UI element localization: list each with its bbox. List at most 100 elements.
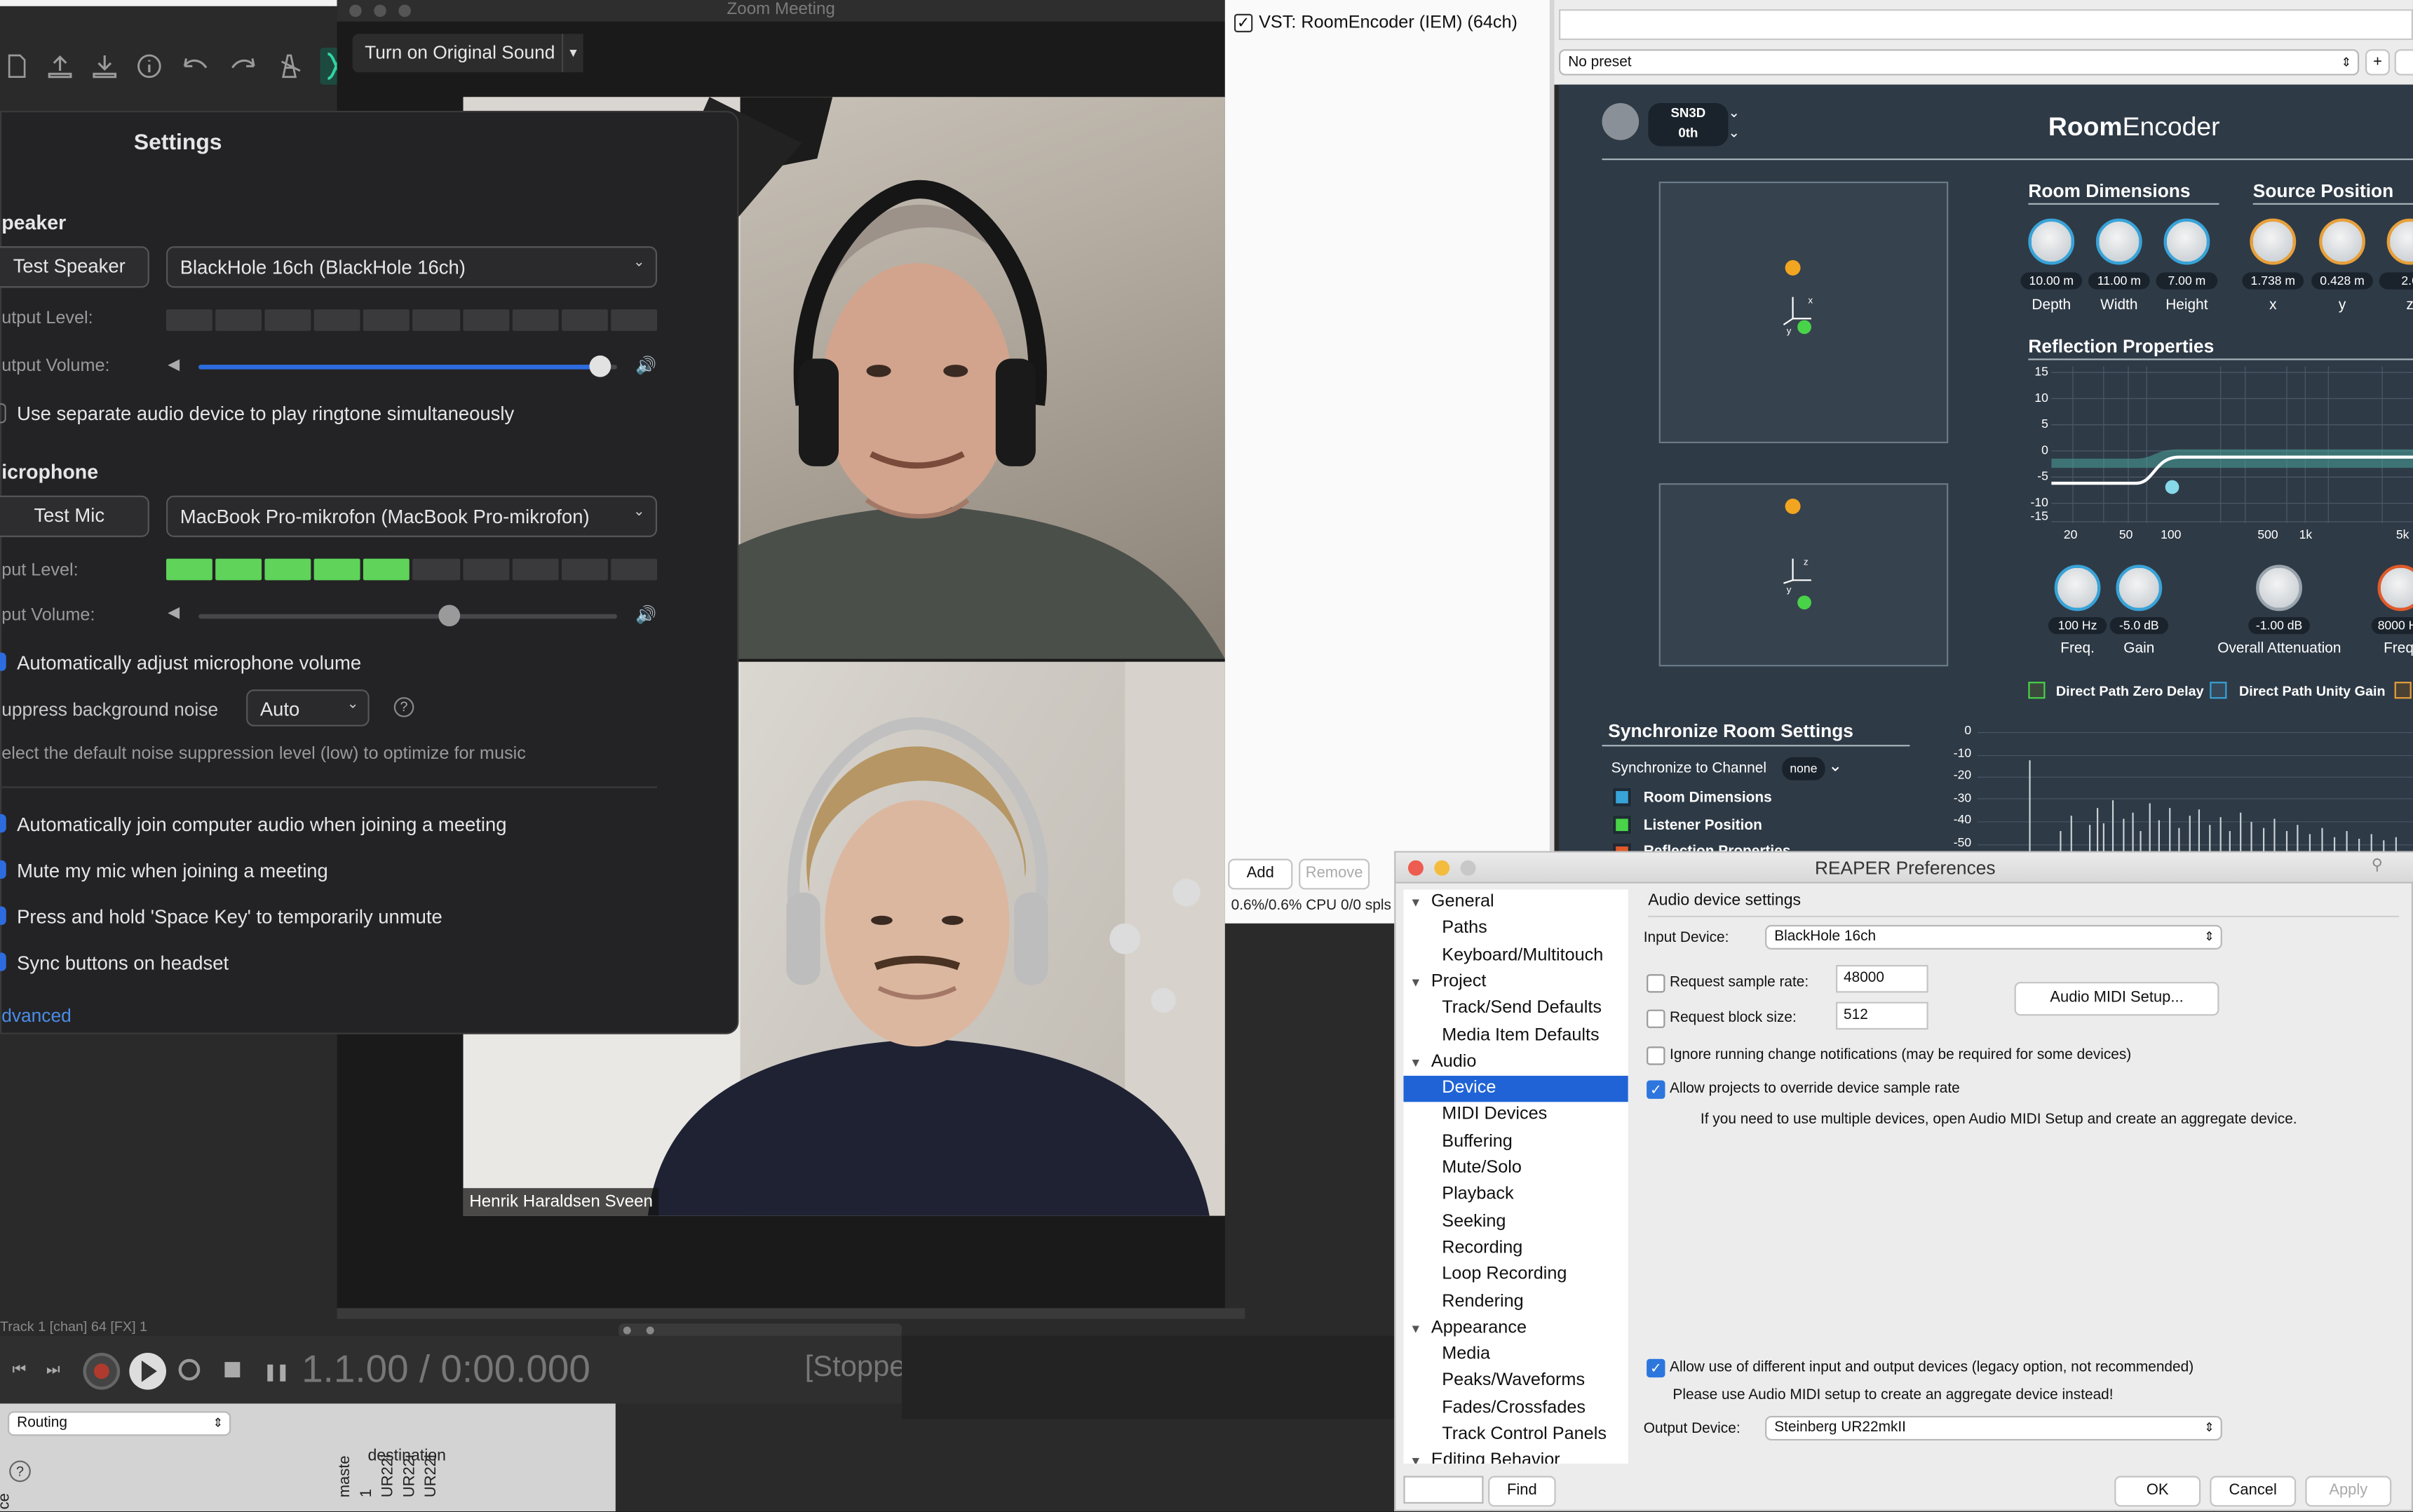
mute-on-join-label[interactable]: Mute my mic when joining a meeting bbox=[17, 860, 328, 882]
allow-override-label[interactable]: Allow projects to override device sample… bbox=[1670, 1081, 1960, 1098]
tree-item[interactable]: Paths bbox=[1403, 916, 1628, 942]
width-knob[interactable] bbox=[2095, 218, 2142, 265]
output-volume-slider[interactable] bbox=[198, 355, 617, 377]
source-z-value[interactable]: 2.6 bbox=[2379, 272, 2413, 290]
prefs-category-tree[interactable]: ▼ General Paths Keyboard/Multitouch ▼ Project… bbox=[1403, 889, 1628, 1464]
preset-select[interactable]: No preset ⇕ bbox=[1559, 49, 2360, 76]
scroll-handle[interactable] bbox=[646, 1326, 654, 1335]
redo-icon[interactable] bbox=[228, 53, 259, 81]
tree-item[interactable]: Playback bbox=[1403, 1182, 1628, 1208]
remove-fx-button[interactable]: Remove bbox=[1299, 858, 1370, 890]
filter-graph[interactable] bbox=[2051, 366, 2413, 524]
cancel-button[interactable]: Cancel bbox=[2210, 1476, 2297, 1507]
lowshelf-gain-knob[interactable] bbox=[2116, 565, 2163, 612]
sample-rate-input[interactable]: 48000 bbox=[1836, 964, 1928, 993]
tree-item[interactable]: Rendering bbox=[1403, 1289, 1628, 1315]
close-window-icon[interactable] bbox=[349, 4, 362, 18]
separate-ringtone-checkbox[interactable] bbox=[0, 403, 6, 424]
splitter[interactable] bbox=[1549, 0, 1555, 924]
sync-channel-select[interactable]: none bbox=[1782, 757, 1825, 781]
tree-item[interactable]: ▼ Appearance bbox=[1403, 1316, 1628, 1342]
scroll-handle[interactable] bbox=[623, 1326, 631, 1335]
tree-item[interactable]: Peaks/Waveforms bbox=[1403, 1369, 1628, 1395]
listener-marker[interactable] bbox=[1797, 595, 1811, 610]
tree-item[interactable]: Recording bbox=[1403, 1236, 1628, 1262]
add-preset-button[interactable]: + bbox=[2365, 49, 2391, 76]
pin-icon[interactable]: ⚲ bbox=[2372, 857, 2390, 875]
sync-headset-checkbox[interactable] bbox=[0, 952, 6, 971]
original-sound-button[interactable]: Turn on Original Sound bbox=[352, 34, 567, 73]
disclosure-triangle-icon[interactable]: ▼ bbox=[1410, 889, 1421, 915]
plugin-list-item[interactable]: VST: RoomEncoder (IEM) (64ch) bbox=[1259, 14, 1518, 32]
sync-room-dims-checkbox[interactable] bbox=[1612, 788, 1632, 806]
tree-item[interactable]: ▼ Project bbox=[1403, 969, 1628, 995]
play-button[interactable] bbox=[129, 1352, 167, 1390]
disclosure-triangle-icon[interactable]: ▼ bbox=[1410, 1316, 1421, 1342]
download-icon[interactable] bbox=[90, 53, 119, 81]
minimize-window-icon[interactable] bbox=[374, 4, 386, 18]
source-marker[interactable] bbox=[1785, 259, 1801, 276]
loop-icon[interactable] bbox=[178, 1358, 201, 1381]
test-mic-button[interactable]: Test Mic bbox=[0, 495, 149, 537]
audio-midi-setup-button[interactable]: Audio MIDI Setup... bbox=[2014, 982, 2219, 1016]
input-volume-thumb[interactable] bbox=[438, 605, 461, 627]
info-icon[interactable] bbox=[135, 53, 163, 81]
original-sound-dropdown[interactable]: ▼ bbox=[561, 34, 583, 73]
output-volume-thumb[interactable] bbox=[589, 355, 611, 377]
apply-button[interactable]: Apply bbox=[2305, 1476, 2392, 1507]
tree-item[interactable]: Track/Send Defaults bbox=[1403, 996, 1628, 1022]
suppress-noise-select[interactable]: Auto ⌄ bbox=[246, 689, 370, 727]
source-z-knob[interactable] bbox=[2386, 218, 2413, 265]
find-input[interactable] bbox=[1403, 1476, 1484, 1504]
plugin-name-field[interactable] bbox=[1559, 9, 2413, 41]
allow-override-checkbox[interactable]: ✓ bbox=[1647, 1080, 1665, 1099]
skip-forward-icon[interactable]: ⏭ bbox=[46, 1362, 60, 1379]
listener-marker[interactable] bbox=[1797, 320, 1811, 335]
tree-item[interactable]: ▼ General bbox=[1403, 889, 1628, 915]
attenuation-value[interactable]: -1.00 dB bbox=[2248, 616, 2310, 635]
space-unmute-checkbox[interactable] bbox=[0, 906, 6, 925]
highshelf-freq-knob[interactable] bbox=[2377, 565, 2413, 612]
normalization-select[interactable]: SN3D bbox=[1648, 103, 1728, 123]
separate-ringtone-checkbox-label[interactable]: Use separate audio device to play ringto… bbox=[17, 403, 514, 425]
mute-on-join-checkbox[interactable] bbox=[0, 860, 6, 879]
record-button[interactable] bbox=[83, 1352, 121, 1390]
top-view-panel[interactable]: x y bbox=[1658, 181, 1949, 444]
sync-listener-checkbox[interactable] bbox=[1612, 816, 1632, 835]
ignore-notifications-label[interactable]: Ignore running change notifications (may… bbox=[1670, 1046, 2131, 1063]
upload-icon[interactable] bbox=[46, 53, 74, 81]
tree-item[interactable]: Track Control Panels bbox=[1403, 1422, 1628, 1448]
find-button[interactable]: Find bbox=[1488, 1476, 1556, 1507]
tree-item[interactable]: MIDI Devices bbox=[1403, 1102, 1628, 1128]
height-value[interactable]: 7.00 m bbox=[2156, 272, 2218, 290]
stop-icon[interactable] bbox=[224, 1362, 241, 1378]
unity-gain-checkbox[interactable] bbox=[2210, 682, 2227, 699]
source-x-value[interactable]: 1.738 m bbox=[2242, 272, 2304, 290]
request-rate-label[interactable]: Request sample rate: bbox=[1670, 974, 1809, 991]
plugin-enable-checkbox[interactable]: ✓ bbox=[1233, 13, 1253, 33]
allow-different-devices-checkbox[interactable]: ✓ bbox=[1647, 1358, 1665, 1378]
extra-toggle-checkbox[interactable] bbox=[2394, 682, 2412, 699]
highshelf-freq-value[interactable]: 8000 Hz bbox=[2371, 616, 2413, 635]
source-y-knob[interactable] bbox=[2319, 218, 2365, 265]
tree-item[interactable]: ▼ Audio bbox=[1403, 1049, 1628, 1075]
ignore-notifications-checkbox[interactable] bbox=[1647, 1046, 1665, 1065]
lowshelf-freq-knob[interactable] bbox=[2054, 565, 2101, 612]
help-icon[interactable]: ? bbox=[393, 697, 414, 717]
tree-item[interactable]: Media Item Defaults bbox=[1403, 1022, 1628, 1048]
mic-device-select[interactable]: MacBook Pro-mikrofon (MacBook Pro-mikrof… bbox=[166, 495, 658, 537]
tree-item[interactable]: Mute/Solo bbox=[1403, 1156, 1628, 1182]
disclosure-triangle-icon[interactable]: ▼ bbox=[1410, 1449, 1421, 1464]
tree-item[interactable]: ▼ Editing Behavior bbox=[1403, 1449, 1628, 1464]
zero-delay-checkbox[interactable] bbox=[2028, 682, 2046, 699]
new-file-icon[interactable] bbox=[5, 53, 29, 81]
request-block-checkbox[interactable] bbox=[1647, 1009, 1665, 1028]
attenuation-knob[interactable] bbox=[2256, 565, 2302, 612]
allow-different-devices-label[interactable]: Allow use of different input and output … bbox=[1670, 1359, 2194, 1376]
order-select[interactable]: 0th bbox=[1648, 123, 1728, 144]
chevron-down-icon[interactable]: ⌄ ⌄ bbox=[1728, 103, 1740, 143]
source-y-value[interactable]: 0.428 m bbox=[2311, 272, 2373, 290]
auto-join-checkbox[interactable] bbox=[0, 814, 6, 833]
test-speaker-button[interactable]: Test Speaker bbox=[0, 246, 149, 288]
request-block-label[interactable]: Request block size: bbox=[1670, 1010, 1797, 1027]
